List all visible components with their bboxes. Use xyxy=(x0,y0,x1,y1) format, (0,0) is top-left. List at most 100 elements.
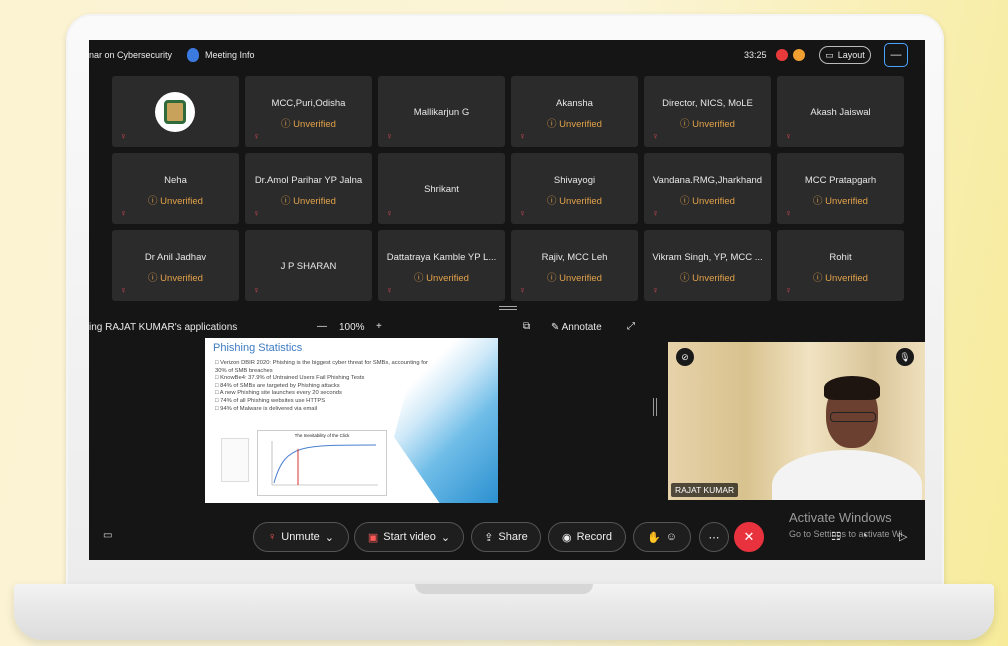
chevron-down-icon[interactable]: ⌄ xyxy=(441,531,450,544)
more-panel-icon[interactable]: ▷ xyxy=(899,530,907,543)
panel-splitter[interactable] xyxy=(653,398,657,416)
mic-muted-icon: ♀ xyxy=(785,285,792,295)
participant-tile[interactable]: Mallikarjun G ♀ xyxy=(378,76,505,147)
participant-tile[interactable]: Shivayogi ⓘ Unverified ♀ xyxy=(511,153,638,224)
recording-icon xyxy=(776,49,788,61)
participant-name: MCC Pratapgarh xyxy=(804,175,877,186)
mic-muted-icon: ♀ xyxy=(652,208,659,218)
mic-muted-icon: ♀ xyxy=(268,531,277,543)
participants-icon[interactable]: ☷ xyxy=(831,530,841,543)
participant-name: Vikram Singh, YP, MCC ... xyxy=(652,252,763,263)
participant-tile[interactable]: Rohit ⓘ Unverified ♀ xyxy=(777,230,904,301)
raise-hand-icon[interactable]: ✋ xyxy=(647,531,661,544)
participant-tile[interactable]: J P SHARAN ♀ xyxy=(245,230,372,301)
participant-name: J P SHARAN xyxy=(280,261,337,272)
meeting-title: nar on Cybersecurity xyxy=(89,50,173,60)
organization-logo xyxy=(155,92,195,132)
video-off-icon: ▣ xyxy=(367,531,379,544)
expand-icon[interactable]: ⤢ xyxy=(627,321,635,332)
mic-muted-icon: ♀ xyxy=(519,208,526,218)
unverified-badge: ⓘ Unverified xyxy=(414,273,469,284)
slide-bullets: Verizon DBIR 2020: Phishing is the bigge… xyxy=(215,360,435,413)
top-bar: nar on Cybersecurity Meeting Info 33:25 … xyxy=(89,40,925,72)
participant-name: Vandana.RMG,Jharkhand xyxy=(652,175,763,186)
participant-tile[interactable]: MCC,Puri,Odisha ⓘ Unverified ♀ xyxy=(245,76,372,147)
unmute-button[interactable]: ♀ Unmute ⌄ xyxy=(253,522,349,552)
participant-name: Rohit xyxy=(829,252,852,263)
participant-tile[interactable]: Vikram Singh, YP, MCC ... ⓘ Unverified ♀ xyxy=(644,230,771,301)
share-button[interactable]: ⇪ Share xyxy=(471,522,541,552)
speaker-glasses xyxy=(830,412,876,422)
annotate-button[interactable]: ✎ Annotate xyxy=(551,322,602,333)
chevron-down-icon[interactable]: ⌄ xyxy=(325,531,334,544)
mic-muted-icon: ♀ xyxy=(386,208,393,218)
start-video-button[interactable]: ▣ Start video ⌄ xyxy=(354,522,464,552)
meeting-info-button[interactable]: Meeting Info xyxy=(205,50,255,60)
chat-panel-icon[interactable]: ◔ xyxy=(861,530,868,542)
pin-icon[interactable]: ⊘ xyxy=(676,348,694,366)
participant-name: Shrikant xyxy=(424,184,459,195)
participant-name: Shivayogi xyxy=(553,175,596,186)
chat-icon[interactable]: ▭ xyxy=(103,530,112,541)
participant-tile[interactable]: Rajiv, MCC Leh ⓘ Unverified ♀ xyxy=(511,230,638,301)
mic-muted-icon: ♀ xyxy=(120,131,127,141)
participant-tile[interactable]: MCC Pratapgarh ⓘ Unverified ♀ xyxy=(777,153,904,224)
more-actions-button[interactable]: ⋯ xyxy=(699,522,729,552)
participant-name: Neha xyxy=(164,175,187,186)
layout-button[interactable]: ▭ Layout xyxy=(819,46,871,64)
participant-tile[interactable]: Shrikant ♀ xyxy=(378,153,505,224)
annotate-label: Annotate xyxy=(561,322,602,333)
reactions-group[interactable]: ✋ ☺ xyxy=(633,522,691,552)
mic-muted-icon: ♀ xyxy=(253,208,260,218)
slide-title: Phishing Statistics xyxy=(213,342,303,354)
mic-muted-icon: ♀ xyxy=(386,285,393,295)
end-call-button[interactable]: ✕ xyxy=(734,522,764,552)
mic-icon[interactable]: 🎙 xyxy=(896,348,914,366)
unverified-badge: ⓘ Unverified xyxy=(148,196,203,207)
slide-chart-title: The Inevitability of the Click xyxy=(294,433,350,438)
unverified-badge: ⓘ Unverified xyxy=(547,273,602,284)
layout-icon: ▭ xyxy=(825,49,834,60)
emoji-icon[interactable]: ☺ xyxy=(666,531,677,543)
slide-thumbnail xyxy=(221,438,249,482)
mic-muted-icon: ♀ xyxy=(253,131,260,141)
participant-tile[interactable]: Vandana.RMG,Jharkhand ⓘ Unverified ♀ xyxy=(644,153,771,224)
resize-handle[interactable] xyxy=(499,306,517,310)
participant-name: MCC,Puri,Odisha xyxy=(271,98,346,109)
mic-muted-icon: ♀ xyxy=(785,131,792,141)
participant-tile[interactable]: Dr.Amol Parihar YP Jalna ⓘ Unverified ♀ xyxy=(245,153,372,224)
unverified-badge: ⓘ Unverified xyxy=(680,196,735,207)
mic-muted-icon: ♀ xyxy=(652,131,659,141)
zoom-in-button[interactable]: + xyxy=(376,321,382,332)
slide-bullet: KnowBe4: 37.9% of Untrained Users Fail P… xyxy=(215,375,435,383)
participant-name: Akansha xyxy=(556,98,593,109)
participant-tile[interactable]: ♀ xyxy=(112,76,239,147)
speaker-video: ⊘ 🎙 RAJAT KUMAR xyxy=(668,342,925,500)
record-button[interactable]: ◉ Record xyxy=(548,522,626,552)
sharing-label: ing RAJAT KUMAR's applications xyxy=(89,322,238,333)
participant-tile[interactable]: Director, NICS, MoLE ⓘ Unverified ♀ xyxy=(644,76,771,147)
participant-tile[interactable]: Neha ⓘ Unverified ♀ xyxy=(112,153,239,224)
unverified-badge: ⓘ Unverified xyxy=(547,119,602,130)
participant-tile[interactable]: Dattatraya Kamble YP L... ⓘ Unverified ♀ xyxy=(378,230,505,301)
status-icon xyxy=(793,49,805,61)
participant-name: Dr Anil Jadhav xyxy=(144,252,207,263)
zoom-out-button[interactable]: — xyxy=(317,321,327,332)
more-options-button[interactable]: — xyxy=(884,43,908,67)
slide-bullet: A new Phishing site launches every 20 se… xyxy=(215,390,435,398)
mic-muted-icon: ♀ xyxy=(519,131,526,141)
pop-out-icon[interactable]: ⧉ xyxy=(523,321,530,332)
participant-name: Akash Jaiswal xyxy=(810,107,871,118)
slide-chart-plot xyxy=(271,441,378,486)
unverified-badge: ⓘ Unverified xyxy=(680,119,735,130)
unverified-badge: ⓘ Unverified xyxy=(148,273,203,284)
meeting-controls: ▭ ♀ Unmute ⌄ ▣ Start video ⌄ ⇪ Share ◉ R… xyxy=(89,522,925,554)
participant-name: Mallikarjun G xyxy=(413,107,470,118)
participant-tile[interactable]: Akansha ⓘ Unverified ♀ xyxy=(511,76,638,147)
participant-tile[interactable]: Dr Anil Jadhav ⓘ Unverified ♀ xyxy=(112,230,239,301)
slide-bullet: 94% of Malware is delivered via email xyxy=(215,406,435,414)
participant-tile[interactable]: Akash Jaiswal ♀ xyxy=(777,76,904,147)
slide-chart: The Inevitability of the Click xyxy=(257,430,387,496)
meeting-timer: 33:25 xyxy=(744,50,767,60)
record-icon: ◉ xyxy=(561,531,572,544)
